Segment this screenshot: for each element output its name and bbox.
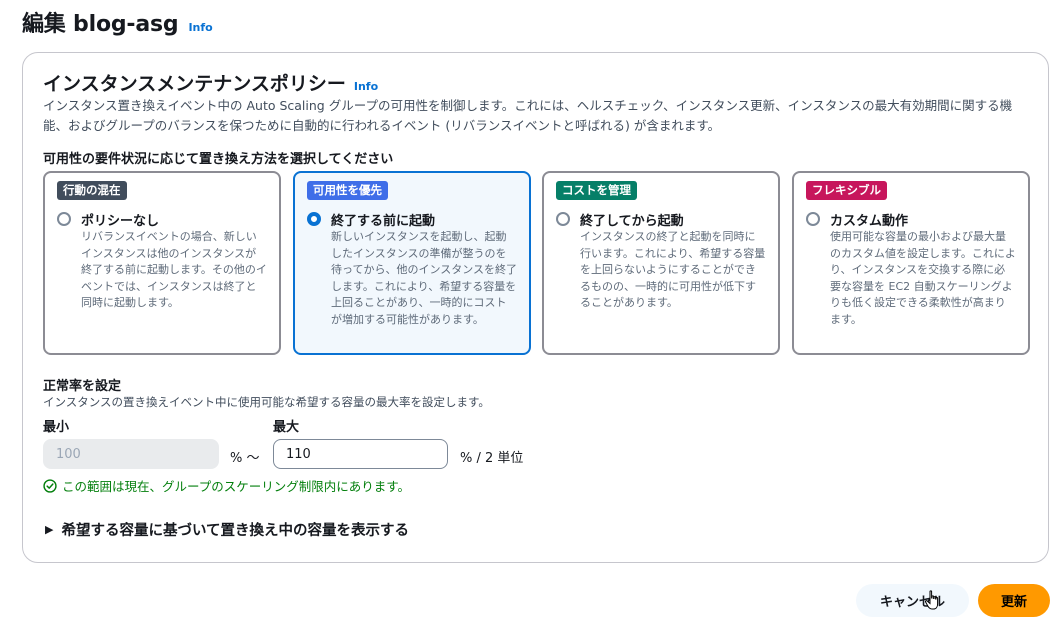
- option-title: カスタム動作: [830, 214, 909, 229]
- maintenance-policy-panel: インスタンスメンテナンスポリシー Info インスタンス置き換えイベント中の A…: [22, 52, 1049, 563]
- update-button[interactable]: 更新: [978, 584, 1050, 617]
- section-info-link[interactable]: Info: [354, 80, 378, 93]
- range-status-text: この範囲は現在、グループのスケーリング制限内にあります。: [62, 479, 411, 494]
- max-label: 最大: [273, 420, 300, 435]
- section-title: インスタンスメンテナンスポリシー: [43, 73, 346, 95]
- hand-cursor-icon: [924, 590, 939, 610]
- section-header: インスタンスメンテナンスポリシー Info: [43, 69, 378, 96]
- option-radio[interactable]: [57, 212, 71, 226]
- max-unit-label: % / 2 単位: [460, 451, 524, 466]
- caret-right-icon: ▶: [45, 523, 54, 536]
- option-title: 終了する前に起動: [331, 214, 436, 229]
- option-badge: 行動の混在: [57, 181, 127, 200]
- option-tile-no-policy[interactable]: 行動の混在 ポリシーなし リバランスイベントの場合、新しいインスタンスは他のイン…: [43, 171, 281, 355]
- section-description: インスタンス置き換えイベント中の Auto Scaling グループの可用性を制…: [43, 98, 1013, 133]
- min-label: 最小: [43, 420, 70, 435]
- option-badge: フレキシブル: [806, 181, 887, 200]
- expander-label: 希望する容量に基づいて置き換え中の容量を表示する: [61, 523, 410, 539]
- page-header: 編集 blog-asg Info: [22, 6, 213, 38]
- option-radio-selected[interactable]: [307, 212, 321, 226]
- option-tile-custom-behavior[interactable]: フレキシブル カスタム動作 使用可能な容量の最小および最大量のカスタム値を設定し…: [792, 171, 1030, 355]
- option-description: リバランスイベントの場合、新しいインスタンスは他のインスタンスが終了する前に起動…: [81, 230, 267, 309]
- option-badge: コストを管理: [556, 181, 637, 200]
- header-info-link[interactable]: Info: [188, 21, 212, 34]
- healthy-percentage-description: インスタンスの置き換えイベント中に使用可能な希望する容量の最大率を設定します。: [43, 395, 490, 409]
- range-status: この範囲は現在、グループのスケーリング制限内にあります。: [43, 476, 410, 495]
- option-radio[interactable]: [806, 212, 820, 226]
- option-description: 新しいインスタンスを起動し、起動したインスタンスの準備が整うのを待ってから、他の…: [331, 230, 518, 326]
- option-tile-launch-before-terminate[interactable]: 可用性を優先 終了する前に起動 新しいインスタンスを起動し、起動したインスタンス…: [293, 171, 531, 355]
- capacity-expander[interactable]: ▶ 希望する容量に基づいて置き換え中の容量を表示する: [45, 519, 409, 540]
- max-percentage-input[interactable]: [273, 439, 448, 469]
- replacement-method-label: 可用性の要件状況に応じて置き換え方法を選択してください: [43, 152, 394, 167]
- option-tile-terminate-then-launch[interactable]: コストを管理 終了してから起動 インスタンスの終了と起動を同時に行います。これに…: [542, 171, 780, 355]
- option-radio[interactable]: [556, 212, 570, 226]
- success-check-icon: [43, 478, 57, 493]
- page-title: 編集 blog-asg: [22, 12, 179, 37]
- min-percentage-input: [43, 439, 219, 469]
- cancel-button[interactable]: キャンセル: [856, 584, 969, 617]
- option-title: 終了してから起動: [580, 214, 684, 229]
- option-description: インスタンスの終了と起動を同時に行います。これにより、希望する容量を上回らないよ…: [580, 230, 766, 309]
- option-description: 使用可能な容量の最小および最大量のカスタム値を設定します。これにより、インスタン…: [830, 230, 1016, 326]
- option-title: ポリシーなし: [81, 214, 160, 229]
- range-separator: % ～: [230, 451, 260, 466]
- healthy-percentage-title: 正常率を設定: [43, 379, 122, 394]
- option-badge: 可用性を優先: [307, 181, 388, 200]
